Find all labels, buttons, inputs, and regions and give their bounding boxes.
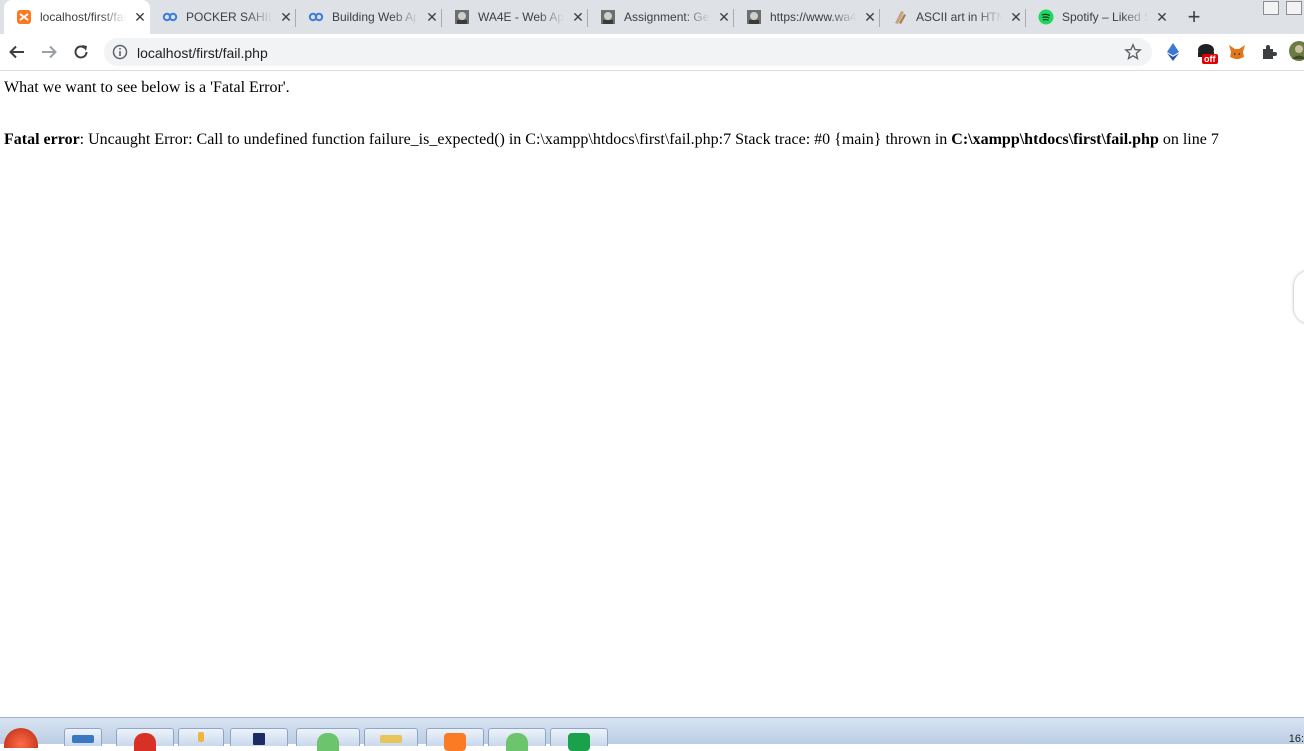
new-tab-button[interactable]: + bbox=[1182, 4, 1206, 29]
arrow-left-icon bbox=[9, 45, 24, 59]
puzzle-extensions-icon[interactable] bbox=[1260, 43, 1278, 61]
wa4e-icon bbox=[454, 9, 470, 25]
minimize-button[interactable] bbox=[1263, 1, 1279, 15]
tab-title: Assignment: Get bbox=[624, 10, 710, 24]
close-icon[interactable]: ✕ bbox=[570, 9, 586, 25]
error-line: on line 7 bbox=[1158, 131, 1219, 148]
tab-title: WA4E - Web Applications bbox=[478, 10, 564, 24]
extension-off-icon[interactable]: off bbox=[1196, 43, 1220, 64]
coursera-icon bbox=[308, 9, 324, 25]
error-text: : Uncaught Error: Call to undefined func… bbox=[79, 131, 952, 148]
intro-text: What we want to see below is a 'Fatal Er… bbox=[4, 79, 290, 96]
tab-wa4e-url[interactable]: https://www.wa4e.com ✕ bbox=[734, 0, 880, 34]
taskbar-app-green-2[interactable] bbox=[488, 728, 546, 751]
tab-title: localhost/first/fail.php bbox=[40, 10, 126, 24]
close-icon[interactable]: ✕ bbox=[132, 9, 148, 25]
chrome-icon bbox=[134, 733, 156, 751]
ethereum-extension-icon[interactable] bbox=[1164, 43, 1182, 61]
tab-building-web-apps[interactable]: Building Web Applications ✕ bbox=[296, 0, 442, 34]
address-bar[interactable]: localhost/first/fail.php bbox=[104, 38, 1152, 66]
taskbar-editor[interactable] bbox=[230, 728, 288, 746]
tab-assignment[interactable]: Assignment: Get ✕ bbox=[588, 0, 734, 34]
close-icon[interactable]: ✕ bbox=[278, 9, 294, 25]
tab-title: https://www.wa4e.com bbox=[770, 10, 856, 24]
arrow-right-icon bbox=[42, 45, 57, 59]
app-green-icon bbox=[317, 733, 339, 751]
tab-pocker-sahib[interactable]: POCKER SAHIB ✕ bbox=[150, 0, 296, 34]
taskbar-app[interactable] bbox=[178, 728, 224, 746]
restore-button[interactable] bbox=[1286, 1, 1302, 15]
page-content: What we want to see below is a 'Fatal Er… bbox=[0, 71, 1304, 717]
taskbar-chrome[interactable] bbox=[116, 728, 174, 751]
taskbar-clock: 16: bbox=[1288, 733, 1304, 745]
taskbar-xampp[interactable] bbox=[426, 728, 484, 751]
app-green-icon bbox=[506, 733, 528, 751]
start-button[interactable] bbox=[4, 728, 38, 748]
metamask-fox-icon[interactable] bbox=[1228, 43, 1246, 61]
url-text[interactable]: localhost/first/fail.php bbox=[137, 45, 268, 61]
info-icon bbox=[112, 44, 128, 60]
avatar[interactable] bbox=[1288, 40, 1304, 62]
ascii-art-icon bbox=[892, 9, 908, 25]
close-icon[interactable]: ✕ bbox=[1154, 9, 1170, 25]
tab-title: Building Web Applications bbox=[332, 10, 418, 24]
taskbar: 16: bbox=[0, 717, 1304, 751]
taskbar-app-green[interactable] bbox=[296, 728, 360, 751]
back-button[interactable] bbox=[4, 39, 30, 65]
tab-wa4e[interactable]: WA4E - Web Applications ✕ bbox=[442, 0, 588, 34]
error-file: C:\xampp\htdocs\first\fail.php bbox=[951, 131, 1159, 148]
wa4e-icon bbox=[746, 9, 762, 25]
wa4e-icon bbox=[600, 9, 616, 25]
taskbar-explorer[interactable] bbox=[64, 728, 102, 746]
extension-off-badge: off bbox=[1202, 54, 1218, 64]
pencil-icon bbox=[198, 732, 204, 742]
spotify-icon bbox=[1038, 9, 1054, 25]
tab-localhost[interactable]: localhost/first/fail.php ✕ bbox=[4, 0, 150, 34]
close-icon[interactable]: ✕ bbox=[716, 9, 732, 25]
tab-strip: localhost/first/fail.php ✕ POCKER SAHIB … bbox=[0, 0, 1304, 34]
folder-icon bbox=[380, 735, 402, 743]
browser-toolbar: localhost/first/fail.php off bbox=[0, 34, 1304, 71]
fatal-error-message: Fatal error: Uncaught Error: Call to und… bbox=[4, 131, 1219, 149]
reload-icon bbox=[74, 45, 88, 59]
folder-icon bbox=[72, 735, 94, 743]
taskbar-folder[interactable] bbox=[364, 728, 418, 746]
editor-icon bbox=[253, 733, 265, 745]
forward-button[interactable] bbox=[36, 39, 62, 65]
plus-icon: + bbox=[1187, 4, 1201, 29]
tab-ascii-art[interactable]: ASCII art in HTML ✕ bbox=[880, 0, 1026, 34]
check-icon bbox=[568, 733, 590, 751]
reload-button[interactable] bbox=[68, 39, 94, 65]
xampp-icon bbox=[444, 733, 466, 751]
close-icon[interactable]: ✕ bbox=[1008, 9, 1024, 25]
tab-title: ASCII art in HTML bbox=[916, 10, 1002, 24]
tab-spotify[interactable]: Spotify – Liked Songs ✕ bbox=[1026, 0, 1172, 34]
close-icon[interactable]: ✕ bbox=[424, 9, 440, 25]
tab-title: Spotify – Liked Songs bbox=[1062, 10, 1148, 24]
bookmark-star-icon bbox=[1124, 43, 1142, 60]
coursera-icon bbox=[162, 9, 178, 25]
tab-title: POCKER SAHIB bbox=[186, 10, 272, 24]
side-panel-handle[interactable] bbox=[1294, 271, 1304, 323]
taskbar-app-check[interactable] bbox=[550, 728, 608, 751]
xampp-icon bbox=[16, 9, 32, 25]
close-icon[interactable]: ✕ bbox=[862, 9, 878, 25]
error-label: Fatal error bbox=[4, 131, 80, 148]
